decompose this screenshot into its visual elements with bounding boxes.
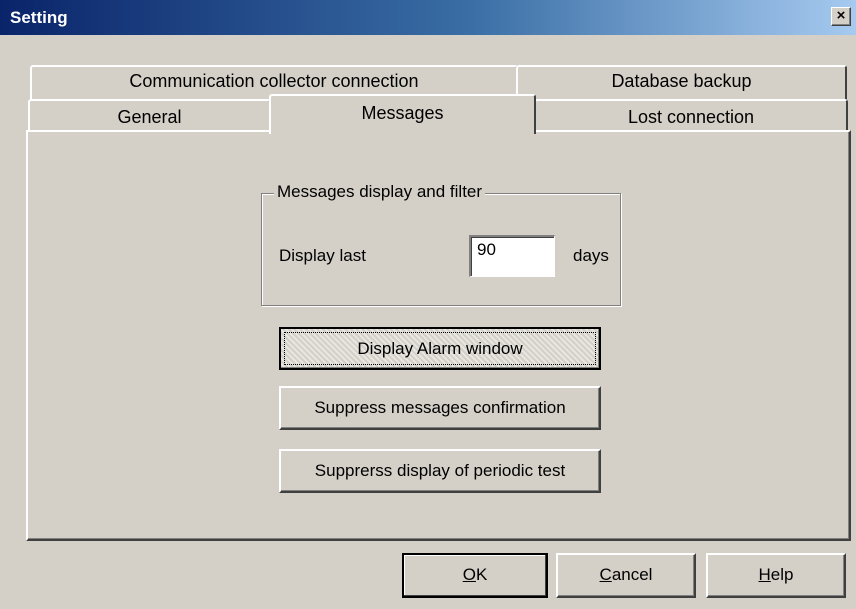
- window-title: Setting: [10, 8, 68, 27]
- tab-lost-connection[interactable]: Lost connection: [534, 99, 848, 132]
- tab-messages[interactable]: Messages: [269, 94, 536, 134]
- tab-database-backup[interactable]: Database backup: [516, 65, 847, 100]
- display-last-label: Display last: [279, 246, 366, 265]
- tab-label: Messages: [361, 103, 444, 123]
- button-label: Supprerss display of periodic test: [314, 461, 566, 480]
- messages-display-filter-group: Messages display and filter Display last…: [261, 182, 621, 306]
- close-icon: ×: [836, 7, 846, 24]
- ok-label: OK: [462, 565, 488, 584]
- close-button[interactable]: ×: [831, 7, 851, 26]
- group-title: Messages display and filter: [274, 182, 486, 202]
- display-alarm-window-button[interactable]: Display Alarm window: [279, 327, 601, 370]
- ok-button[interactable]: OK: [402, 553, 548, 598]
- help-label: Help: [758, 565, 794, 584]
- tab-general[interactable]: General: [28, 99, 271, 132]
- days-label: days: [573, 246, 609, 265]
- cancel-button[interactable]: Cancel: [556, 553, 696, 598]
- button-label: Suppress messages confirmation: [314, 398, 566, 417]
- tab-label: Communication collector connection: [129, 71, 419, 91]
- title-bar: Setting ×: [0, 0, 856, 35]
- button-label: Display Alarm window: [357, 339, 523, 358]
- messages-panel: Messages display and filter Display last…: [26, 130, 851, 541]
- tab-label: Lost connection: [627, 107, 755, 127]
- help-button[interactable]: Help: [706, 553, 846, 598]
- suppress-periodic-test-button[interactable]: Supprerss display of periodic test: [279, 449, 601, 493]
- tab-label: General: [117, 107, 182, 127]
- suppress-messages-confirmation-button[interactable]: Suppress messages confirmation: [279, 386, 601, 430]
- cancel-label: Cancel: [599, 565, 653, 584]
- tab-label: Database backup: [611, 71, 752, 91]
- days-input[interactable]: 90: [469, 235, 555, 277]
